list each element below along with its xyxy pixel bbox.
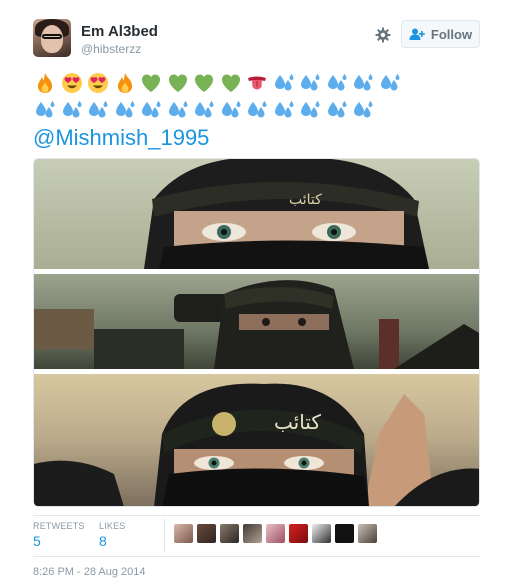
svg-text:ﻛﺘﺎﺋﺐ: ﻛﺘﺎﺋﺐ: [274, 410, 321, 434]
emoji-row: [32, 70, 403, 98]
liker-avatar[interactable]: [197, 524, 216, 543]
mention-link[interactable]: @Mishmish_1995: [33, 125, 209, 151]
media-panel-middle: [34, 274, 479, 369]
likers-avatars: [174, 524, 377, 543]
sweat-drops-icon: [324, 70, 351, 96]
sweat-drops-icon: [324, 97, 351, 123]
heart-eyes-icon: [85, 70, 112, 96]
display-name[interactable]: Em Al3bed: [81, 23, 158, 40]
tweet-card: Em Al3bed @hibsterzz Follow @Mishmish_19…: [0, 0, 511, 587]
gear-icon[interactable]: [374, 26, 392, 44]
fire-icon: [112, 70, 139, 96]
liker-avatar[interactable]: [220, 524, 239, 543]
liker-avatar[interactable]: [335, 524, 354, 543]
likes-count[interactable]: 8: [99, 533, 107, 549]
divider: [33, 515, 480, 516]
green-heart-icon: [191, 70, 218, 96]
user-avatar[interactable]: [33, 19, 71, 57]
green-heart-icon: [218, 70, 245, 96]
heart-eyes-icon: [59, 70, 86, 96]
sweat-drops-icon: [138, 97, 165, 123]
media-panel-bottom: ﻛﺘﺎﺋﺐ: [34, 374, 479, 506]
liker-avatar[interactable]: [312, 524, 331, 543]
add-user-icon: [409, 28, 425, 40]
sweat-drops-icon: [297, 97, 324, 123]
fire-icon: [32, 70, 59, 96]
sweat-drops-icon: [165, 97, 192, 123]
retweets-label: RETWEETS: [33, 521, 85, 531]
sweat-drops-icon: [377, 70, 404, 96]
liker-avatar[interactable]: [174, 524, 193, 543]
sweat-drops-icon: [112, 97, 139, 123]
sweat-drops-icon: [191, 97, 218, 123]
liker-avatar[interactable]: [266, 524, 285, 543]
tweet-media[interactable]: ﻛﺘﺎﺋﺐ ﻛﺘﺎﺋﺐ: [33, 158, 480, 507]
sweat-drops-icon: [271, 97, 298, 123]
sweat-drops-icon: [32, 97, 59, 123]
divider: [33, 556, 480, 557]
sweat-drops-icon: [350, 97, 377, 123]
retweets-count[interactable]: 5: [33, 533, 41, 549]
svg-text:ﻛﺘﺎﺋﺐ: ﻛﺘﺎﺋﺐ: [289, 192, 322, 208]
likes-label: LIKES: [99, 521, 126, 531]
sweat-drops-icon: [218, 97, 245, 123]
user-handle[interactable]: @hibsterzz: [81, 42, 141, 56]
follow-button[interactable]: Follow: [401, 20, 480, 48]
green-heart-icon: [165, 70, 192, 96]
sweat-drops-icon: [271, 70, 298, 96]
liker-avatar[interactable]: [358, 524, 377, 543]
sweat-drops-icon: [350, 70, 377, 96]
follow-label: Follow: [430, 26, 473, 42]
sweat-drops-icon: [85, 97, 112, 123]
sweat-drops-icon: [59, 97, 86, 123]
tongue-icon: [244, 70, 271, 96]
sweat-drops-icon: [244, 97, 271, 123]
tweet-timestamp[interactable]: 8:26 PM - 28 Aug 2014: [33, 566, 146, 578]
liker-avatar[interactable]: [243, 524, 262, 543]
liker-avatar[interactable]: [289, 524, 308, 543]
emoji-row: [32, 97, 377, 125]
sweat-drops-icon: [297, 70, 324, 96]
green-heart-icon: [138, 70, 165, 96]
media-panel-top: ﻛﺘﺎﺋﺐ: [34, 159, 479, 269]
divider: [164, 519, 165, 552]
